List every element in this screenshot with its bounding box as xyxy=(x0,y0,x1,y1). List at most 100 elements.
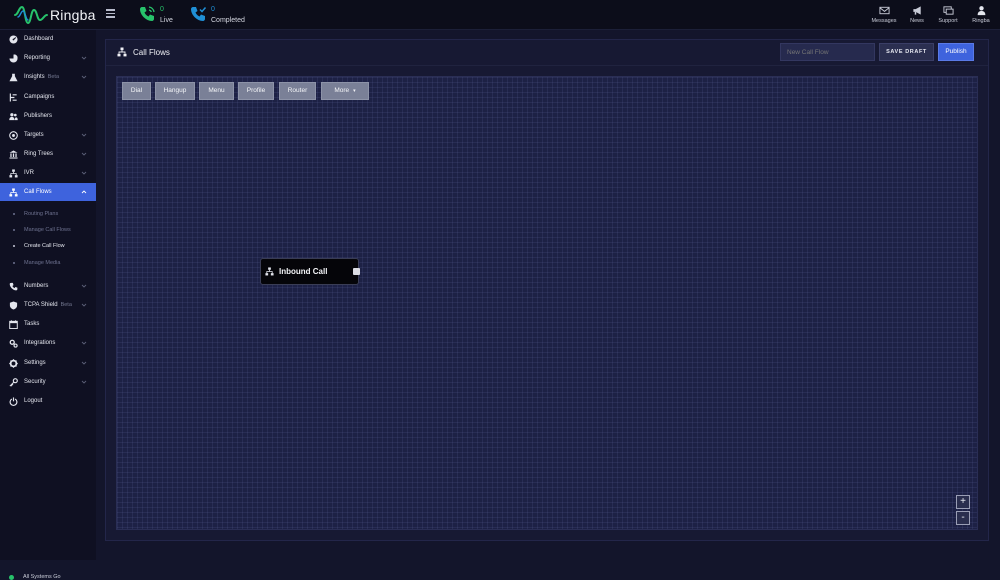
zoom-out-button[interactable]: - xyxy=(956,511,970,525)
sidebar-item-tcpa-shield[interactable]: TCPA Shield Beta xyxy=(0,296,96,314)
brand-name: Ringba xyxy=(50,7,96,23)
chevron-down-icon xyxy=(81,75,87,79)
dashboard-icon xyxy=(9,34,18,44)
phone-live-icon xyxy=(140,6,155,21)
hangup-button[interactable]: Hangup xyxy=(155,82,195,100)
profile-button[interactable]: Profile xyxy=(238,82,274,100)
sidebar-item-ivr[interactable]: IVR xyxy=(0,164,96,182)
flow-canvas[interactable]: Dial Hangup Menu Profile Router More ▾ In… xyxy=(116,76,978,530)
system-status: All Systems Go xyxy=(9,574,61,580)
sidebar-item-label: Reporting xyxy=(24,55,51,61)
sidebar-item-label: Integrations xyxy=(24,340,56,346)
sidebar-item-campaigns[interactable]: Campaigns xyxy=(0,88,96,106)
sidebar-item-label: Insights xyxy=(24,74,45,80)
chevron-down-icon xyxy=(81,361,87,365)
menu-button[interactable]: Menu xyxy=(199,82,234,100)
key-icon xyxy=(9,377,18,386)
beta-badge: Beta xyxy=(47,74,60,80)
support-icon xyxy=(942,6,954,15)
top-bar: Ringba 0 Live 0 Completed Messages News xyxy=(0,0,1000,30)
sidebar-subitem-manage-call-flows[interactable]: Manage Call Flows xyxy=(0,222,96,238)
sidebar-item-integrations[interactable]: Integrations xyxy=(0,334,96,352)
call-flows-icon xyxy=(117,47,127,57)
account-menu-button[interactable]: Ringba xyxy=(964,5,998,24)
node-label: Inbound Call xyxy=(279,267,328,276)
sidebar: Dashboard Reporting Insights Beta Campai… xyxy=(0,30,96,580)
ivr-icon xyxy=(9,168,18,177)
sidebar-subitem-routing-plans[interactable]: Routing Plans xyxy=(0,206,96,222)
sidebar-item-publishers[interactable]: Publishers xyxy=(0,107,96,125)
completed-calls-stat[interactable]: 0 Completed xyxy=(189,5,245,26)
completed-count: 0 xyxy=(211,6,215,13)
integrations-icon xyxy=(9,339,18,348)
account-label: Ringba xyxy=(972,18,990,24)
live-label: Live xyxy=(160,17,173,24)
campaigns-icon xyxy=(9,92,17,102)
sidebar-subitem-manage-media[interactable]: Manage Media xyxy=(0,255,96,271)
sidebar-item-label: Targets xyxy=(24,132,44,138)
sidebar-item-reporting[interactable]: Reporting xyxy=(0,49,96,67)
sidebar-item-insights[interactable]: Insights Beta xyxy=(0,68,96,86)
support-button[interactable]: Support xyxy=(931,5,965,24)
megaphone-icon xyxy=(912,6,921,15)
panel-header: Call Flows SAVE DRAFT Publish xyxy=(106,40,988,66)
sidebar-subitem-label: Manage Call Flows xyxy=(24,227,71,233)
page-title: Call Flows xyxy=(117,47,170,57)
more-label: More xyxy=(334,87,350,94)
zoom-in-button[interactable]: + xyxy=(956,495,970,509)
caret-down-icon: ▾ xyxy=(353,88,356,94)
publish-button[interactable]: Publish xyxy=(938,43,974,61)
numbers-icon xyxy=(9,282,18,290)
support-label: Support xyxy=(938,18,958,24)
ringba-logo-icon xyxy=(14,5,48,25)
sidebar-item-label: IVR xyxy=(24,170,35,176)
sidebar-item-targets[interactable]: Targets xyxy=(0,126,96,144)
sidebar-subitem-create-call-flow[interactable]: Create Call Flow xyxy=(0,238,96,254)
news-button[interactable]: News xyxy=(900,5,934,24)
sidebar-item-ring-trees[interactable]: Ring Trees xyxy=(0,145,96,163)
sidebar-item-security[interactable]: Security xyxy=(0,373,96,391)
live-calls-stat[interactable]: 0 Live xyxy=(138,5,173,26)
sidebar-subitem-label: Create Call Flow xyxy=(24,243,65,249)
call-flows-icon xyxy=(9,187,18,196)
sidebar-item-label: Settings xyxy=(24,360,46,366)
chevron-down-icon xyxy=(81,284,87,288)
completed-label: Completed xyxy=(211,17,245,24)
sidebar-item-numbers[interactable]: Numbers xyxy=(0,277,96,295)
save-draft-button[interactable]: SAVE DRAFT xyxy=(879,43,934,61)
tasks-icon xyxy=(9,319,18,329)
dial-button[interactable]: Dial xyxy=(122,82,151,100)
messages-button[interactable]: Messages xyxy=(867,5,901,24)
sidebar-item-logout[interactable]: Logout xyxy=(0,392,96,410)
sidebar-item-settings[interactable]: Settings xyxy=(0,354,96,372)
insights-icon xyxy=(9,73,18,81)
router-button[interactable]: Router xyxy=(279,82,316,100)
settings-icon xyxy=(9,358,18,368)
sidebar-subitem-label: Manage Media xyxy=(24,260,61,266)
sidebar-item-label: Security xyxy=(24,379,46,385)
messages-label: Messages xyxy=(871,18,897,24)
chevron-down-icon xyxy=(81,152,87,156)
status-dot-icon xyxy=(9,574,14,580)
sidebar-item-tasks[interactable]: Tasks xyxy=(0,315,96,333)
node-output-port[interactable] xyxy=(353,268,360,275)
ring-tree-icon xyxy=(9,149,18,159)
call-flows-icon xyxy=(265,267,274,276)
logout-icon xyxy=(9,396,18,406)
shield-icon xyxy=(9,300,18,310)
sidebar-item-label: Tasks xyxy=(24,321,40,327)
more-dropdown[interactable]: More ▾ xyxy=(321,82,369,100)
beta-badge: Beta xyxy=(60,302,72,308)
sidebar-item-dashboard[interactable]: Dashboard xyxy=(0,30,96,48)
menu-toggle-icon[interactable] xyxy=(106,9,115,18)
chevron-up-icon xyxy=(81,190,87,194)
live-count: 0 xyxy=(160,6,164,13)
sidebar-item-call-flows[interactable]: Call Flows xyxy=(0,183,96,201)
sidebar-item-label: Ring Trees xyxy=(24,151,54,157)
inbound-call-node[interactable]: Inbound Call xyxy=(260,258,360,285)
system-status-label: All Systems Go xyxy=(23,574,61,580)
chevron-down-icon xyxy=(81,56,87,60)
page-title-text: Call Flows xyxy=(133,47,170,57)
brand-logo[interactable]: Ringba xyxy=(14,3,96,27)
flow-name-input[interactable] xyxy=(780,43,875,61)
